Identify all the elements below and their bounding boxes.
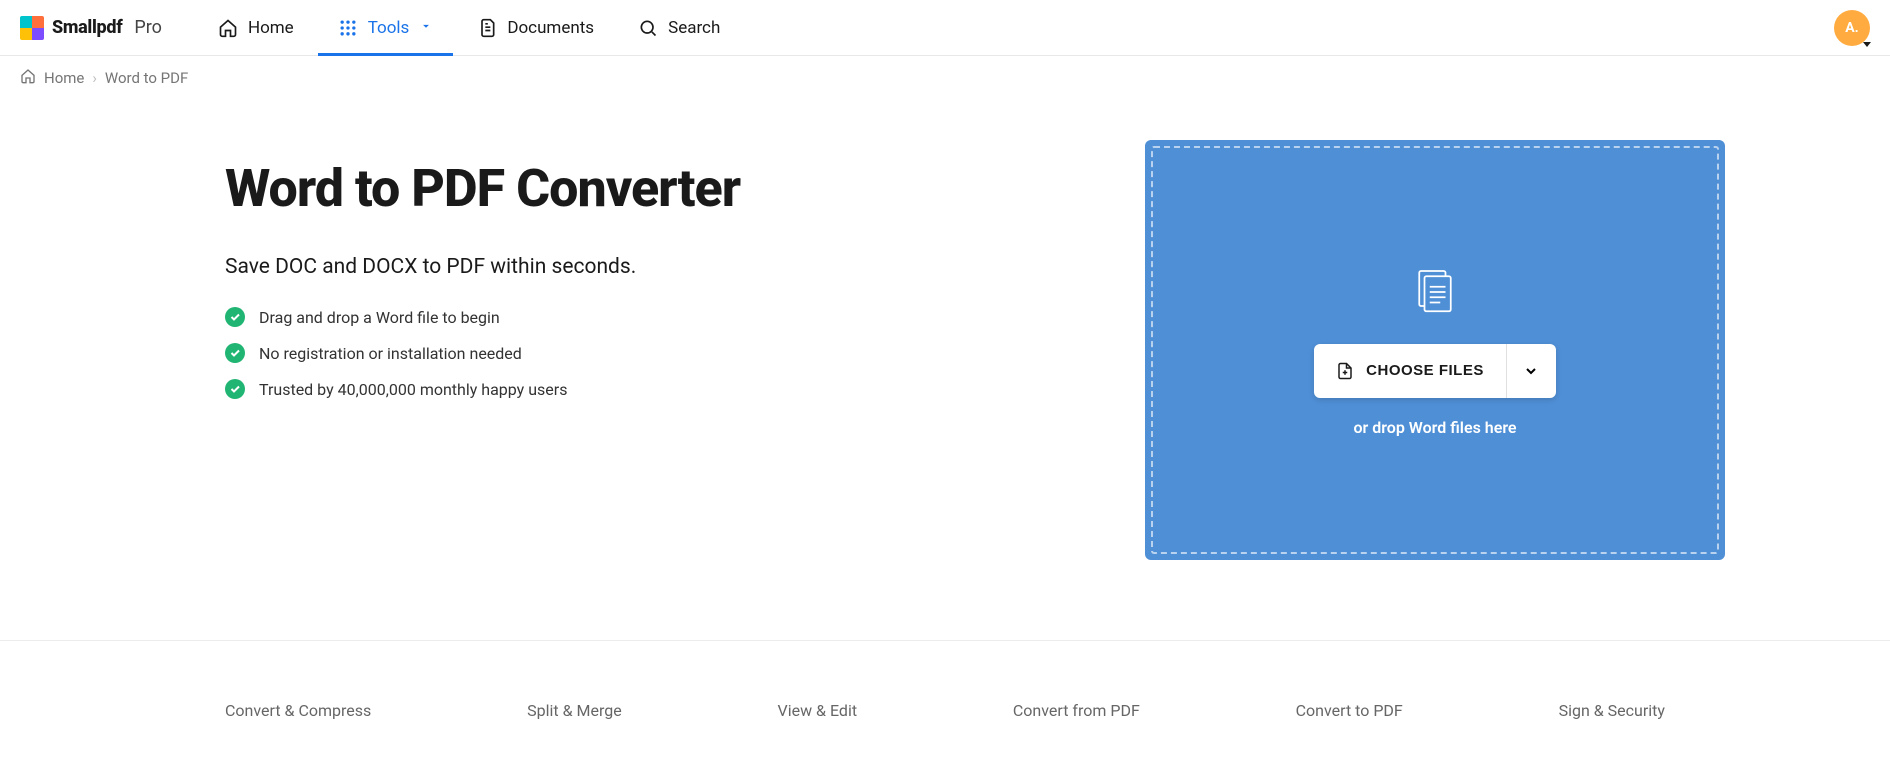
drop-hint: or drop Word files here bbox=[1353, 418, 1516, 437]
nav-home[interactable]: Home bbox=[198, 0, 314, 56]
home-icon bbox=[20, 68, 36, 88]
chevron-down-icon bbox=[1523, 363, 1539, 379]
feature-item: Trusted by 40,000,000 monthly happy user… bbox=[225, 379, 1105, 399]
feature-list: Drag and drop a Word file to begin No re… bbox=[225, 307, 1105, 399]
file-dropzone[interactable]: CHOOSE FILES or drop Word files here bbox=[1145, 140, 1725, 560]
choose-files-group: CHOOSE FILES bbox=[1314, 344, 1556, 398]
nav-search[interactable]: Search bbox=[618, 0, 740, 56]
choose-files-dropdown[interactable] bbox=[1506, 344, 1556, 398]
category-heading: Convert to PDF bbox=[1296, 701, 1403, 720]
nav-tools-label: Tools bbox=[368, 18, 410, 38]
hero-text: Word to PDF Converter Save DOC and DOCX … bbox=[165, 140, 1105, 399]
breadcrumb: Home › Word to PDF bbox=[0, 56, 1890, 100]
brand-logo[interactable]: Smallpdf Pro bbox=[20, 16, 162, 40]
brand-tier: Pro bbox=[134, 17, 162, 38]
choose-files-label: CHOOSE FILES bbox=[1366, 362, 1484, 379]
documents-icon bbox=[477, 18, 497, 38]
file-add-icon bbox=[1336, 362, 1354, 380]
nav-home-label: Home bbox=[248, 18, 294, 38]
user-avatar[interactable]: A. bbox=[1834, 10, 1870, 46]
page-title: Word to PDF Converter bbox=[225, 160, 1105, 217]
check-icon bbox=[225, 307, 245, 327]
search-icon bbox=[638, 18, 658, 38]
home-icon bbox=[218, 18, 238, 38]
feature-text: Trusted by 40,000,000 monthly happy user… bbox=[259, 380, 567, 399]
grid-icon bbox=[338, 18, 358, 38]
feature-text: No registration or installation needed bbox=[259, 344, 522, 363]
feature-text: Drag and drop a Word file to begin bbox=[259, 308, 500, 327]
nav-search-label: Search bbox=[668, 18, 720, 38]
category-heading: Convert & Compress bbox=[225, 701, 371, 720]
nav-tools[interactable]: Tools bbox=[318, 0, 454, 56]
top-nav: Smallpdf Pro Home Tools Documents bbox=[0, 0, 1890, 56]
category-heading: Split & Merge bbox=[527, 701, 622, 720]
breadcrumb-separator: › bbox=[92, 69, 97, 87]
feature-item: No registration or installation needed bbox=[225, 343, 1105, 363]
feature-item: Drag and drop a Word file to begin bbox=[225, 307, 1105, 327]
avatar-initial: A. bbox=[1845, 20, 1858, 36]
main-content: Word to PDF Converter Save DOC and DOCX … bbox=[165, 100, 1725, 640]
page-subtitle: Save DOC and DOCX to PDF within seconds. bbox=[225, 255, 1105, 279]
caret-down-icon bbox=[1863, 42, 1871, 47]
check-icon bbox=[225, 379, 245, 399]
breadcrumb-home[interactable]: Home bbox=[44, 69, 84, 87]
category-heading: View & Edit bbox=[778, 701, 858, 720]
chevron-down-icon bbox=[419, 18, 433, 38]
file-stack-icon bbox=[1407, 264, 1463, 324]
choose-files-button[interactable]: CHOOSE FILES bbox=[1314, 344, 1506, 398]
tool-categories: Convert & Compress Split & Merge View & … bbox=[0, 640, 1890, 780]
category-heading: Convert from PDF bbox=[1013, 701, 1140, 720]
check-icon bbox=[225, 343, 245, 363]
nav-documents-label: Documents bbox=[507, 18, 594, 38]
nav-documents[interactable]: Documents bbox=[457, 0, 614, 56]
logo-icon bbox=[20, 16, 44, 40]
brand-name: Smallpdf bbox=[52, 17, 122, 38]
nav-items: Home Tools Documents Search bbox=[198, 0, 740, 56]
breadcrumb-current: Word to PDF bbox=[105, 69, 188, 87]
category-heading: Sign & Security bbox=[1559, 701, 1665, 720]
